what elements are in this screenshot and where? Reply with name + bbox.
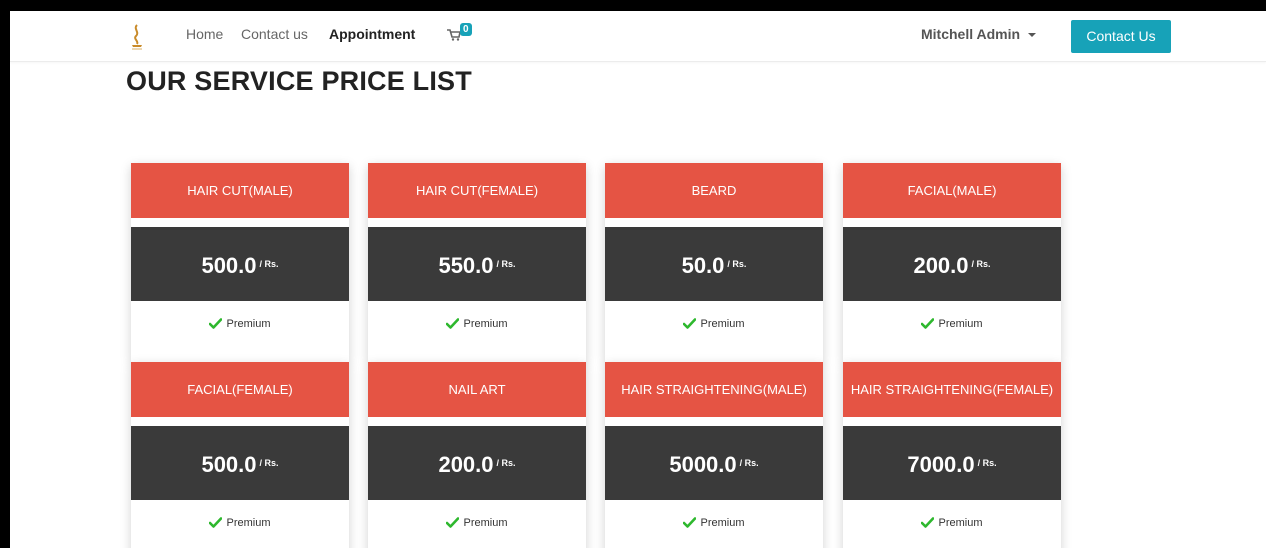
price-value: 550.0 [438, 253, 494, 278]
cart-count-badge: 0 [460, 23, 472, 36]
feature-item: Premium [368, 318, 586, 330]
price-card: NAIL ART 200.0/ Rs. Premium [368, 362, 586, 548]
price-card: HAIR CUT(MALE) 500.0/ Rs. Premium [131, 163, 349, 362]
check-icon [921, 318, 935, 329]
price-card: FACIAL(MALE) 200.0/ Rs. Premium [843, 163, 1061, 362]
price-value: 500.0 [201, 452, 257, 477]
price-value: 500.0 [201, 253, 257, 278]
cart-icon [447, 29, 461, 41]
price-value: 5000.0 [669, 452, 737, 477]
contact-us-button[interactable]: Contact Us [1071, 20, 1171, 53]
check-icon [446, 318, 460, 329]
user-menu-dropdown[interactable]: Mitchell Admin [921, 26, 1037, 42]
feature-item: Premium [843, 517, 1061, 529]
feature-item: Premium [605, 318, 823, 330]
service-name: HAIR CUT(MALE) [131, 163, 349, 218]
feature-item: Premium [131, 318, 349, 330]
nav-link-appointment[interactable]: Appointment [329, 26, 415, 42]
price-band: 550.0/ Rs. [368, 227, 586, 301]
check-icon [683, 318, 697, 329]
feature-label: Premium [226, 517, 271, 529]
browser-viewport: Home Contact us Appointment 0 Mitchell A… [10, 11, 1266, 548]
cart-link[interactable]: 0 [447, 23, 481, 45]
feature-item: Premium [131, 517, 349, 529]
feature-label: Premium [700, 318, 745, 330]
service-name: FACIAL(FEMALE) [131, 362, 349, 417]
check-icon [209, 517, 223, 528]
price-value: 7000.0 [907, 452, 975, 477]
price-value: 200.0 [438, 452, 494, 477]
top-navbar: Home Contact us Appointment 0 Mitchell A… [10, 11, 1266, 62]
check-icon [209, 318, 223, 329]
feature-label: Premium [938, 517, 983, 529]
user-name: Mitchell Admin [921, 26, 1021, 42]
price-unit: / Rs. [727, 259, 747, 269]
price-card: HAIR STRAIGHTENING(FEMALE) 7000.0/ Rs. Pre… [843, 362, 1061, 548]
check-icon [921, 517, 935, 528]
feature-label: Premium [463, 318, 508, 330]
page-title: OUR SERVICE PRICE LIST [126, 66, 472, 96]
price-band: 7000.0/ Rs. [843, 426, 1061, 500]
price-band: 500.0/ Rs. [131, 227, 349, 301]
price-unit: / Rs. [259, 458, 279, 468]
price-band: 200.0/ Rs. [843, 227, 1061, 301]
feature-item: Premium [368, 517, 586, 529]
price-card: FACIAL(FEMALE) 500.0/ Rs. Premium [131, 362, 349, 548]
service-name: NAIL ART [368, 362, 586, 417]
brand-logo-icon[interactable] [129, 23, 145, 51]
nav-link-contact-us[interactable]: Contact us [241, 26, 308, 42]
price-unit: / Rs. [496, 259, 516, 269]
price-band: 50.0/ Rs. [605, 227, 823, 301]
price-card: BEARD 50.0/ Rs. Premium [605, 163, 823, 362]
feature-label: Premium [226, 318, 271, 330]
check-icon [446, 517, 460, 528]
price-band: 200.0/ Rs. [368, 426, 586, 500]
feature-label: Premium [463, 517, 508, 529]
price-unit: / Rs. [739, 458, 759, 468]
nav-link-home[interactable]: Home [186, 26, 223, 42]
feature-item: Premium [605, 517, 823, 529]
feature-item: Premium [843, 318, 1061, 330]
price-band: 5000.0/ Rs. [605, 426, 823, 500]
price-value: 50.0 [681, 253, 725, 278]
service-name: FACIAL(MALE) [843, 163, 1061, 218]
price-card: HAIR CUT(FEMALE) 550.0/ Rs. Premium [368, 163, 586, 362]
price-unit: / Rs. [259, 259, 279, 269]
price-band: 500.0/ Rs. [131, 426, 349, 500]
price-value: 200.0 [913, 253, 969, 278]
service-name: BEARD [605, 163, 823, 218]
caret-down-icon [1028, 33, 1037, 38]
feature-label: Premium [700, 517, 745, 529]
check-icon [683, 517, 697, 528]
price-unit: / Rs. [971, 259, 991, 269]
service-name: HAIR STRAIGHTENING(FEMALE) [843, 362, 1061, 417]
price-card: HAIR STRAIGHTENING(MALE) 5000.0/ Rs. Premi… [605, 362, 823, 548]
price-unit: / Rs. [496, 458, 516, 468]
service-name: HAIR CUT(FEMALE) [368, 163, 586, 218]
feature-label: Premium [938, 318, 983, 330]
price-unit: / Rs. [977, 458, 997, 468]
service-name: HAIR STRAIGHTENING(MALE) [605, 362, 823, 417]
